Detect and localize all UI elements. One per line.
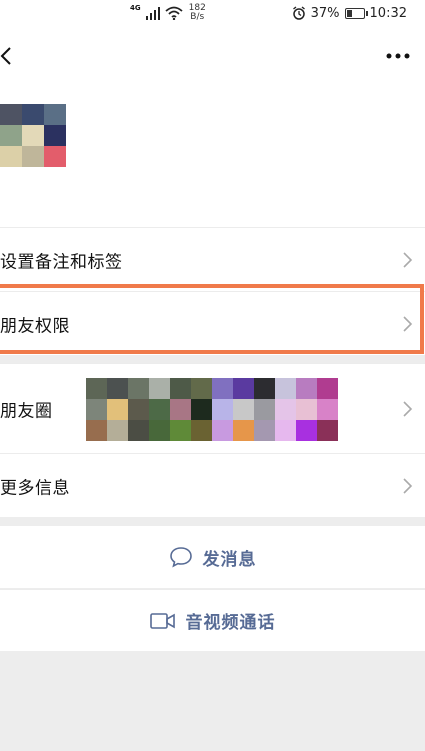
battery-icon bbox=[344, 7, 368, 19]
menu-item-permissions[interactable]: 朋友权限 bbox=[0, 291, 425, 355]
battery-percent: 37% bbox=[310, 5, 340, 21]
back-arrow-icon[interactable] bbox=[0, 41, 20, 71]
send-message-label: 发消息 bbox=[202, 549, 257, 570]
network-type: 4G bbox=[130, 4, 141, 12]
moments-thumbnails bbox=[86, 378, 338, 441]
menu-item-remark[interactable]: 设置备注和标签 bbox=[0, 227, 425, 291]
signal-icon bbox=[145, 6, 160, 20]
video-call-button[interactable]: 音视频通话 bbox=[0, 589, 425, 651]
chevron-right-icon bbox=[403, 477, 413, 494]
status-right: 37% 10:32 bbox=[292, 3, 407, 23]
video-call-label: 音视频通话 bbox=[185, 613, 276, 633]
chevron-right-icon bbox=[403, 251, 413, 268]
send-message-button[interactable]: 发消息 bbox=[0, 526, 425, 588]
remark-label: 设置备注和标签 bbox=[0, 252, 123, 272]
speed-unit: B/s bbox=[190, 12, 205, 22]
more-dots-icon[interactable] bbox=[385, 46, 411, 66]
chevron-right-icon bbox=[403, 315, 413, 332]
status-network: 4G 182 B/s bbox=[130, 2, 206, 24]
permissions-label: 朋友权限 bbox=[0, 316, 70, 336]
profile-header bbox=[0, 90, 425, 227]
chevron-right-icon bbox=[403, 400, 413, 417]
wifi-icon bbox=[165, 6, 183, 20]
avatar[interactable] bbox=[0, 104, 66, 167]
menu-item-more-info[interactable]: 更多信息 bbox=[0, 453, 425, 517]
alarm-icon bbox=[292, 6, 305, 20]
clock: 10:32 bbox=[369, 5, 407, 21]
video-camera-icon bbox=[149, 612, 175, 629]
more-info-label: 更多信息 bbox=[0, 478, 70, 498]
moments-label: 朋友圈 bbox=[0, 401, 53, 421]
network-speed: 182 B/s bbox=[189, 4, 206, 22]
chat-bubble-icon bbox=[169, 547, 192, 568]
status-bar: 4G 182 B/s 37% 10:32 bbox=[0, 0, 425, 26]
nav-bar bbox=[0, 26, 425, 90]
menu-item-moments[interactable]: 朋友圈 bbox=[0, 363, 425, 453]
